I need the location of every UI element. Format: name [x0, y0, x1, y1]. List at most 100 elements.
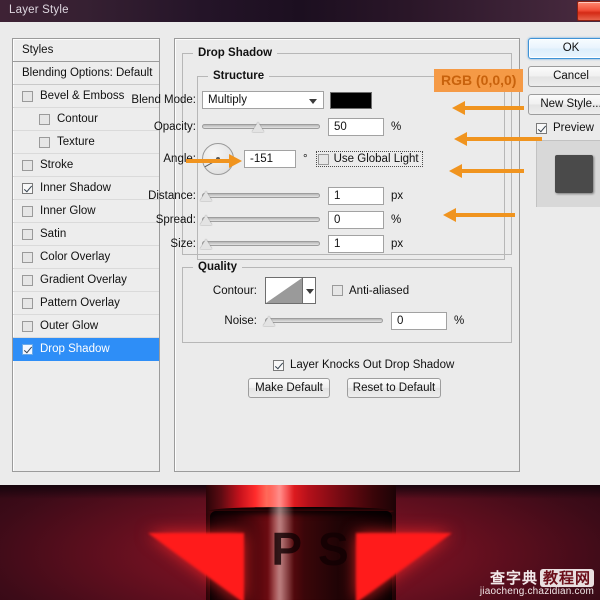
- size-slider-track: [202, 241, 320, 246]
- rgb-value-badge: RGB (0,0,0): [434, 69, 524, 92]
- artwork-letters: P S: [271, 523, 351, 575]
- contour-label: Contour:: [212, 285, 257, 297]
- watermark-brand: 查字典 教程网: [480, 568, 594, 587]
- shadow-color-swatch[interactable]: [330, 91, 372, 109]
- checkbox-inner-shadow[interactable]: [22, 182, 33, 194]
- opacity-label: Opacity:: [153, 121, 196, 133]
- watermark-brand-boxed: 教程网: [539, 568, 594, 587]
- blending-options-row[interactable]: Blending Options: Default: [13, 62, 159, 85]
- spread-slider[interactable]: [200, 211, 320, 229]
- preview-toggle-row[interactable]: Preview: [536, 122, 600, 134]
- annotation-arrow-opacity: [452, 101, 524, 115]
- preview-swatch-shape: [555, 155, 593, 193]
- layer-style-dialog: Styles Blending Options: Default Bevel &…: [0, 22, 600, 485]
- spread-unit: %: [391, 214, 402, 226]
- spread-slider-track: [202, 217, 320, 222]
- angle-unit: °: [303, 153, 308, 165]
- blend-mode-value: Multiply: [208, 94, 247, 106]
- checkbox-use-global-light[interactable]: [317, 153, 329, 165]
- use-global-light-group[interactable]: Use Global Light: [315, 151, 423, 167]
- drop-shadow-group-title: Drop Shadow: [193, 47, 278, 59]
- style-label: Texture: [57, 136, 95, 148]
- checkbox-contour[interactable]: [39, 113, 50, 125]
- noise-label: Noise:: [224, 315, 257, 327]
- style-row-gradient-overlay[interactable]: Gradient Overlay: [13, 269, 159, 292]
- anti-aliased-label: Anti-aliased: [349, 284, 410, 297]
- size-slider-thumb[interactable]: [200, 239, 212, 249]
- use-global-light-label: Use Global Light: [333, 153, 419, 165]
- dialog-actions: OK Cancel New Style... Preview: [528, 38, 600, 207]
- opacity-input[interactable]: 50: [328, 118, 384, 136]
- spread-slider-thumb[interactable]: [200, 215, 212, 225]
- checkbox-preview[interactable]: [536, 122, 547, 134]
- style-row-outer-glow[interactable]: Outer Glow: [13, 315, 159, 338]
- style-label: Outer Glow: [40, 320, 99, 332]
- checkbox-layer-knocks-out[interactable]: [273, 359, 284, 371]
- make-default-button[interactable]: Make Default: [248, 378, 330, 398]
- checkbox-stroke[interactable]: [22, 159, 33, 171]
- contour-preview[interactable]: [265, 277, 303, 304]
- chevron-down-icon: [309, 99, 317, 104]
- checkbox-color-overlay[interactable]: [22, 251, 33, 263]
- new-style-button[interactable]: New Style...: [528, 94, 600, 115]
- angle-input[interactable]: -151: [244, 150, 296, 168]
- size-label: Size:: [170, 238, 196, 250]
- noise-slider-track: [265, 318, 383, 323]
- window-titlebar: Layer Style: [0, 0, 600, 23]
- close-icon[interactable]: [577, 1, 600, 21]
- contour-dropdown-arrow-icon[interactable]: [303, 277, 316, 304]
- noise-input[interactable]: 0: [391, 312, 447, 330]
- cancel-button[interactable]: Cancel: [528, 66, 600, 87]
- style-label: Inner Shadow: [40, 182, 111, 194]
- style-label: Satin: [40, 228, 67, 240]
- style-row-pattern-overlay[interactable]: Pattern Overlay: [13, 292, 159, 315]
- annotation-arrow-size: [443, 208, 515, 222]
- size-slider[interactable]: [200, 235, 320, 253]
- checkbox-outer-glow[interactable]: [22, 320, 33, 332]
- quality-group-title: Quality: [193, 261, 242, 273]
- watermark: 查字典 教程网 jiaocheng.chazidian.com: [480, 568, 594, 597]
- opacity-slider-thumb[interactable]: [252, 122, 264, 132]
- style-label: Stroke: [40, 159, 74, 171]
- distance-unit: px: [391, 190, 404, 202]
- style-label: Gradient Overlay: [40, 274, 127, 286]
- blend-mode-label: Blend Mode:: [131, 94, 196, 106]
- style-label: Color Overlay: [40, 251, 111, 263]
- checkbox-pattern-overlay[interactable]: [22, 297, 33, 309]
- blend-mode-select[interactable]: Multiply: [202, 91, 324, 109]
- style-label: Contour: [57, 113, 98, 125]
- opacity-unit: %: [391, 121, 402, 133]
- checkbox-gradient-overlay[interactable]: [22, 274, 33, 286]
- ok-button[interactable]: OK: [528, 38, 600, 59]
- spread-input[interactable]: 0: [328, 211, 384, 229]
- preview-label: Preview: [553, 122, 594, 134]
- artwork-wing-left: [148, 533, 244, 600]
- distance-slider[interactable]: [200, 187, 320, 205]
- watermark-brand-text: 查字典: [489, 568, 538, 587]
- reset-to-default-button[interactable]: Reset to Default: [347, 378, 441, 398]
- noise-slider-thumb[interactable]: [263, 316, 275, 326]
- checkbox-inner-glow[interactable]: [22, 205, 33, 217]
- opacity-slider[interactable]: [202, 118, 320, 136]
- size-input[interactable]: 1: [328, 235, 384, 253]
- structure-group-title: Structure: [208, 70, 270, 82]
- checkbox-texture[interactable]: [39, 136, 50, 148]
- style-label: Drop Shadow: [40, 343, 110, 355]
- checkbox-satin[interactable]: [22, 228, 33, 240]
- distance-label: Distance:: [148, 190, 196, 202]
- distance-input[interactable]: 1: [328, 187, 384, 205]
- style-label: Inner Glow: [40, 205, 96, 217]
- annotation-arrow-distance: [449, 164, 524, 178]
- distance-slider-thumb[interactable]: [200, 191, 212, 201]
- layer-knocks-out-row[interactable]: Layer Knocks Out Drop Shadow: [273, 356, 454, 374]
- checkbox-bevel-emboss[interactable]: [22, 90, 33, 102]
- style-row-drop-shadow[interactable]: Drop Shadow: [13, 338, 159, 361]
- checkbox-drop-shadow[interactable]: [22, 343, 33, 355]
- annotation-arrow-use-global-light: [454, 132, 542, 146]
- checkbox-anti-aliased[interactable]: [332, 285, 343, 296]
- window-title: Layer Style: [9, 4, 69, 16]
- contour-curve-shape: [266, 278, 302, 303]
- noise-unit: %: [454, 315, 465, 327]
- noise-slider[interactable]: [263, 312, 383, 330]
- background-artwork: P S 查字典 教程网 jiaocheng.chazidian.com: [0, 485, 600, 600]
